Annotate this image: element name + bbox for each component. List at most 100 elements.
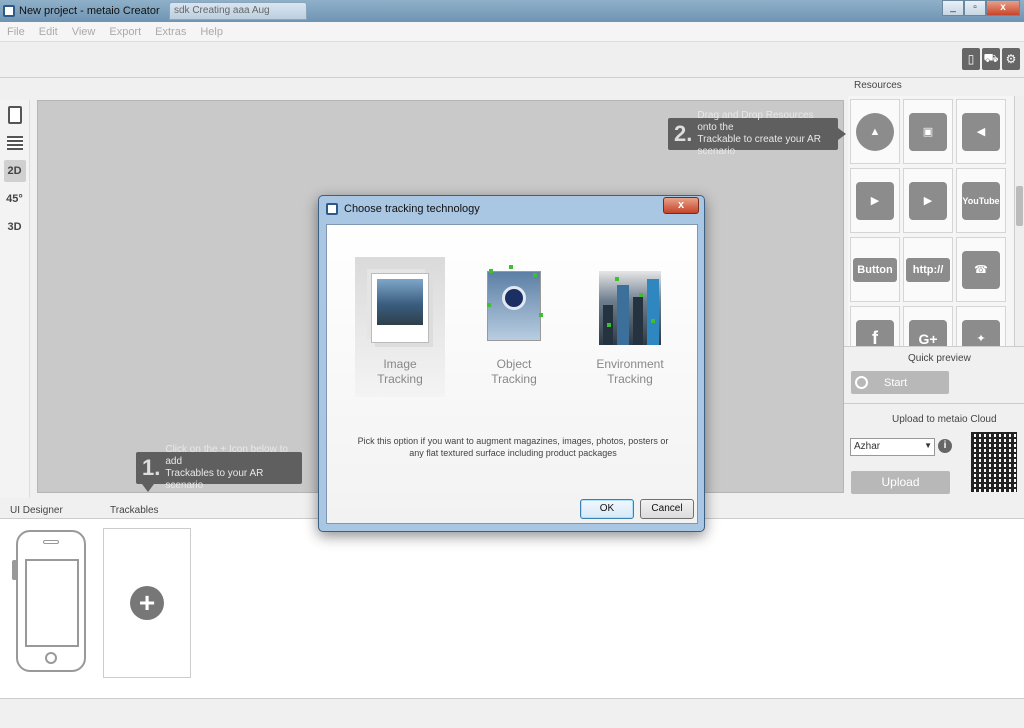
option-object-tracking[interactable]: Object Tracking [469, 257, 559, 397]
callout-step-2: 2. Drag and Drop Resources onto the Trac… [668, 110, 846, 157]
toolbar: ▯ ⛟ ⚙ [0, 43, 1024, 78]
option-object-tracking-label: Object Tracking [491, 357, 537, 386]
menu-view[interactable]: View [65, 26, 103, 38]
phone-icon[interactable]: ▯ [962, 48, 980, 70]
option-environment-tracking[interactable]: Environment Tracking [585, 257, 675, 397]
resource-googleplus[interactable]: G+ [903, 306, 953, 346]
dialog-title-bar: Choose tracking technology x [319, 196, 704, 222]
googleplus-icon: G+ [909, 319, 947, 346]
callout-step-1-number: 1. [142, 455, 161, 480]
resource-facebook[interactable]: f [850, 306, 900, 346]
upload-title: Upload to metaio Cloud [892, 414, 997, 425]
phone-speaker [43, 540, 59, 544]
option-image-tracking-label: Image Tracking [377, 357, 423, 386]
trackables-label: Trackables [110, 505, 159, 516]
resource-twitter[interactable]: ✦ [956, 306, 1006, 346]
dialog-body: Image Tracking Object Tracking Environme… [326, 224, 698, 524]
resource-button[interactable]: Button [850, 237, 900, 302]
view-toolbar: 2D 45° 3D [0, 100, 30, 498]
menu-edit[interactable]: Edit [32, 26, 65, 38]
callout-step-1-text: Click on the + Icon below to add Trackab… [165, 444, 288, 491]
resource-image[interactable]: ▣ [903, 99, 953, 164]
window-controls: _ ▫ x [942, 0, 1020, 16]
cart-icon[interactable]: ⛟ [982, 48, 1000, 70]
maximize-button[interactable]: ▫ [964, 0, 986, 16]
ui-designer-phone[interactable] [16, 530, 86, 672]
button-icon: Button [853, 257, 897, 282]
image-icon: ▣ [909, 112, 947, 151]
resource-contact[interactable]: ☎ [956, 237, 1006, 302]
speaker-icon: ◀ [962, 112, 1000, 151]
resource-movie[interactable]: ▶ [903, 168, 953, 233]
callout-step-2-number: 2. [674, 121, 693, 146]
view-2d-button[interactable]: 2D [3, 160, 26, 182]
page-view-button[interactable] [4, 104, 26, 126]
environment-tracking-icon [595, 263, 665, 351]
resources-scrollbar-thumb[interactable] [1016, 186, 1023, 226]
resource-link[interactable]: http:// [903, 237, 953, 302]
account-select[interactable]: Azhar ▼ [850, 438, 935, 456]
qr-code [971, 432, 1017, 492]
link-icon: http:// [906, 257, 950, 282]
menu-bar: File Edit View Export Extras Help [0, 22, 1024, 42]
resources-label: Resources [854, 80, 902, 91]
grid-icon [6, 136, 23, 150]
add-icon[interactable]: + [130, 586, 164, 620]
movie-icon: ▶ [909, 181, 947, 220]
gear-icon[interactable]: ⚙ [1002, 48, 1020, 70]
resources-scrollbar[interactable] [1014, 96, 1024, 346]
menu-extras[interactable]: Extras [148, 26, 193, 38]
upload-button[interactable]: Upload [851, 471, 950, 494]
dialog-title: Choose tracking technology [344, 203, 480, 215]
title-bar: New project - metaio Creator sdk Creatin… [0, 0, 1024, 22]
cancel-button[interactable]: Cancel [640, 499, 694, 519]
app-icon [326, 203, 338, 215]
menu-export[interactable]: Export [102, 26, 148, 38]
tracking-options: Image Tracking Object Tracking Environme… [355, 257, 675, 397]
phone-screen [25, 559, 79, 647]
youtube-icon: YouTube [962, 181, 1000, 220]
image-tracking-icon [365, 263, 435, 351]
status-bar [0, 698, 1024, 728]
background-window-tab-label: sdk Creating aaa Aug [174, 5, 270, 16]
minimize-button[interactable]: _ [942, 0, 964, 16]
background-window-tab[interactable]: sdk Creating aaa Aug [169, 2, 307, 20]
view-45-button[interactable]: 45° [4, 188, 26, 210]
dialog-close-button[interactable]: x [663, 197, 699, 214]
phone-home-button [45, 652, 57, 664]
facebook-icon: f [856, 319, 894, 346]
tracking-dialog: Choose tracking technology x Image Track… [318, 195, 705, 532]
resource-youtube[interactable]: YouTube [956, 168, 1006, 233]
chevron-down-icon: ▼ [924, 441, 932, 450]
close-button[interactable]: x [986, 0, 1020, 16]
option-description: Pick this option if you want to augment … [357, 436, 669, 458]
contact-icon: ☎ [962, 250, 1000, 289]
page-icon [7, 106, 22, 124]
ui-designer-label: UI Designer [10, 505, 63, 516]
grid-view-button[interactable] [4, 132, 26, 154]
start-preview-button[interactable]: Start [851, 371, 949, 394]
resources-panel: ▲ ▣ ◀ ▶ ▶ YouTube Button http:// ☎ f G+ … [848, 96, 1014, 346]
option-environment-tracking-label: Environment Tracking [596, 357, 664, 386]
twitter-icon: ✦ [962, 319, 1000, 346]
quick-preview-title: Quick preview [908, 353, 971, 364]
resource-3d-model[interactable]: ▲ [850, 99, 900, 164]
play-icon [855, 376, 868, 389]
object-tracking-icon [479, 263, 549, 351]
3d-shapes-icon: ▲ [856, 112, 894, 151]
option-image-tracking[interactable]: Image Tracking [355, 257, 445, 397]
quick-preview-panel: Quick preview Start [844, 346, 1024, 404]
resource-audio[interactable]: ◀ [956, 99, 1006, 164]
ok-button[interactable]: OK [580, 499, 634, 519]
info-icon[interactable]: i [938, 439, 952, 453]
menu-help[interactable]: Help [193, 26, 230, 38]
add-trackable-card[interactable]: + [103, 528, 191, 678]
account-select-value: Azhar [854, 441, 881, 452]
start-label: Start [884, 376, 908, 389]
callout-step-1: 1. Click on the + Icon below to add Trac… [136, 444, 302, 492]
window-title: New project - metaio Creator [19, 5, 160, 17]
menu-file[interactable]: File [0, 26, 32, 38]
callout-step-2-text: Drag and Drop Resources onto the Trackab… [697, 110, 821, 157]
resource-video[interactable]: ▶ [850, 168, 900, 233]
view-3d-button[interactable]: 3D [4, 216, 26, 238]
